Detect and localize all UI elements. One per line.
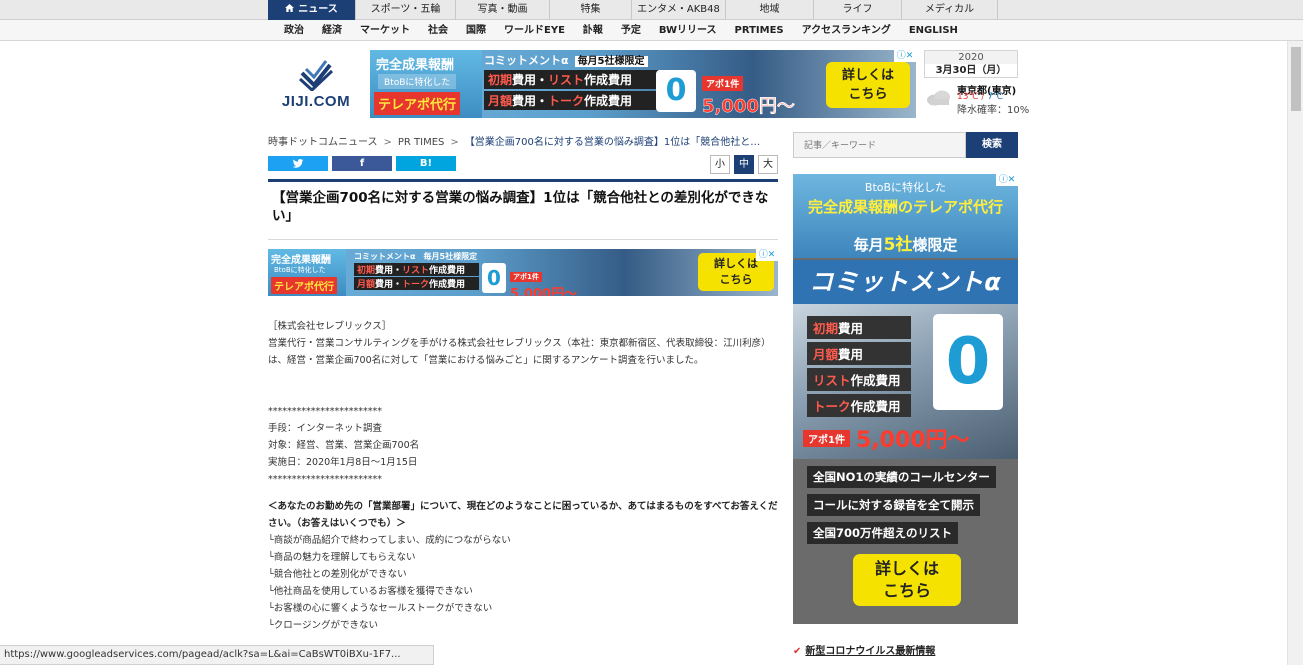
nav-tab-medical[interactable]: メディカル [902, 0, 998, 20]
side-ad-price: アポ1件 5,000円〜 [803, 422, 1013, 454]
ad-zero-yen: 0 [482, 263, 506, 293]
site-logo[interactable]: JIJI.COM [276, 55, 356, 115]
side-ad-brand: コミットメントα [793, 260, 1018, 304]
side-ad-zero-yen: 0 [933, 314, 1003, 410]
side-ad-header: BtoBに特化した 完全成果報酬のテレアポ代行 毎月5社様限定 [793, 174, 1018, 258]
home-icon [285, 4, 295, 12]
answer-item: └クロージングができない [268, 620, 379, 631]
twitter-share-button[interactable] [268, 156, 328, 171]
page-scrollbar[interactable] [1287, 41, 1303, 665]
lead-paragraph: 営業代行・営業コンサルティングを手がける株式会社セレブリックス（本社：東京都新宿… [268, 338, 771, 366]
ad-headline: 完全成果報酬 [376, 58, 455, 73]
weather-rain: 降水確率：10% [957, 105, 1030, 116]
ad-zero-yen: 0 [656, 70, 696, 112]
browser-status-bar: https://www.googleadservices.com/pagead/… [0, 645, 434, 665]
top-nav: ニュース スポーツ・五輪 写真・動画 特集 エンタメ・AKB48 地域 ライフ … [0, 0, 1303, 20]
divider-stars: ************************ [268, 474, 382, 485]
nav-tab-sports[interactable]: スポーツ・五輪 [356, 0, 456, 20]
side-ad-cta-button[interactable]: 詳しくは こちら [853, 554, 961, 606]
breadcrumb-current: 【営業企画700名に対する営業の悩み調査】1位は「競合他社と… [464, 137, 761, 147]
answer-item: └競合他社との差別化ができない [268, 569, 407, 580]
logo-text: JIJI.COM [281, 93, 351, 110]
hatena-share-button[interactable]: B! [396, 156, 456, 171]
nav-tab-photo[interactable]: 写真・動画 [456, 0, 550, 20]
ad-middle-panel: コミットメントα 毎月5社様限定 初期費用・リスト作成費用 月額費用・トーク作成費… [484, 52, 669, 116]
date-day: 3月30日（月） [935, 65, 1007, 76]
answer-item: └お客様の心に響くようなセールストークができない [268, 603, 493, 614]
title-separator [268, 239, 778, 240]
ad-service: テレアポ代行 [374, 92, 461, 115]
breadcrumb-prtimes[interactable]: PR TIMES [398, 137, 445, 147]
side-ad-costs: 初期費用 月額費用 リスト作成費用 トーク作成費用 [807, 316, 911, 420]
top-banner-ad[interactable]: 完全成果報酬 BtoBに特化した テレアポ代行 コミットメントα 毎月5社様限定 … [370, 50, 916, 118]
nav-tab-entertainment[interactable]: エンタメ・AKB48 [632, 0, 726, 20]
subnav-schedule[interactable]: 予定 [612, 20, 650, 41]
answer-item: └他社商品を使用しているお客様を獲得できない [268, 586, 473, 597]
breadcrumb-home[interactable]: 時事ドットコムニュース [268, 137, 378, 147]
nav-tab-life[interactable]: ライフ [814, 0, 902, 20]
subnav-prtimes[interactable]: PRTIMES [726, 20, 793, 41]
facebook-share-button[interactable]: f [332, 156, 392, 171]
font-size-small-button[interactable]: 小 [710, 155, 730, 174]
nav-tab-region[interactable]: 地域 [726, 0, 814, 20]
ad-subline: BtoBに特化した [378, 74, 457, 89]
subnav-english[interactable]: ENGLISH [900, 20, 967, 41]
answer-item: └商品の魅力を理解してもらえない [268, 552, 416, 563]
scrollbar-thumb[interactable] [1291, 47, 1301, 111]
ad-brand: コミットメントα 毎月5社様限定 [484, 52, 669, 68]
facebook-icon: f [359, 158, 365, 169]
search-input[interactable] [793, 132, 966, 158]
font-size-medium-button[interactable]: 中 [734, 155, 754, 174]
date-box: 2020 3月30日（月） [924, 50, 1018, 78]
adchoices-icon[interactable]: ⓘ✕ [756, 249, 778, 261]
survey-date: 実施日：2020年1月8日〜1月15日 [268, 457, 418, 468]
adchoices-icon[interactable]: ⓘ✕ [996, 174, 1018, 186]
subnav-society[interactable]: 社会 [419, 20, 457, 41]
title-divider [268, 179, 778, 182]
ad-cost-line-2: 月額費用・トーク作成費用 [484, 91, 658, 110]
jiji-logo-mark-icon [298, 60, 334, 91]
subnav-economy[interactable]: 経済 [313, 20, 351, 41]
survey-target: 対象：経営、営業、営業企画700名 [268, 440, 420, 451]
nav-tab-features[interactable]: 特集 [550, 0, 632, 20]
sub-nav: 政治 経済 マーケット 社会 国際 ワールドEYE 訃報 予定 BWリリース P… [0, 20, 1303, 41]
subnav-bw-release[interactable]: BWリリース [650, 20, 726, 41]
cloud-icon [927, 90, 950, 106]
subnav-market[interactable]: マーケット [351, 20, 419, 41]
ad-left-panel: 完全成果報酬 BtoBに特化した テレアポ代行 [370, 50, 482, 118]
font-size-large-button[interactable]: 大 [758, 155, 778, 174]
side-ad-features: 全国NO1の実績のコールセンター コールに対する録音を全て開示 全国700万件超… [807, 466, 1007, 550]
nav-tab-news[interactable]: ニュース [268, 0, 356, 20]
article-body: ［株式会社セレブリックス］ 営業代行・営業コンサルティングを手がける株式会社セレ… [268, 318, 778, 634]
covid-news-link[interactable]: ✔ 新型コロナウイルス最新情報 [793, 642, 935, 657]
ad-cta-button[interactable]: 詳しくは こちら [826, 62, 910, 108]
ad-limit: 毎月5社様限定 [574, 56, 648, 67]
breadcrumb: 時事ドットコムニュース > PR TIMES > 【営業企画700名に対する営業の悩み調… [268, 137, 761, 147]
subnav-international[interactable]: 国際 [457, 20, 495, 41]
ad-middle-panel: コミットメントα 毎月5社様限定 初期費用・リスト作成費用 月額費用・トーク作成… [354, 252, 479, 290]
ad-price: アポ1件 5,000円〜 [702, 72, 818, 117]
survey-method: 手段：インターネット調査 [268, 423, 383, 434]
article-title: 【営業企画700名に対する営業の悩み調査】1位は「競合他社との差別化ができない」 [272, 190, 769, 224]
article-banner-ad[interactable]: 完全成果報酬 BtoBに特化した テレアポ代行 コミットメントα 毎月5社様限定… [268, 249, 778, 296]
company-name: ［株式会社セレブリックス］ [268, 321, 392, 332]
subnav-ranking[interactable]: アクセスランキング [793, 20, 900, 41]
adchoices-icon[interactable]: ⓘ✕ [894, 50, 916, 62]
survey-question: ＜あなたのお勤め先の「営業部署」について、現在どのようなことに困っているか、あて… [268, 501, 778, 529]
search-button[interactable]: 検索 [966, 132, 1018, 158]
divider-stars: ************************ [268, 406, 382, 417]
ad-price: アポ1件 5,000円〜 [510, 272, 578, 296]
sidebar-ad[interactable]: BtoBに特化した 完全成果報酬のテレアポ代行 毎月5社様限定 コミットメントα… [793, 174, 1018, 624]
ad-left-panel: 完全成果報酬 BtoBに特化した テレアポ代行 [268, 249, 346, 296]
subnav-politics[interactable]: 政治 [275, 20, 313, 41]
ad-cost-line-1: 初期費用・リスト作成費用 [484, 70, 658, 89]
subnav-obituary[interactable]: 訃報 [574, 20, 612, 41]
answer-item: └商談が商品紹介で終わってしまい、成約につながらない [268, 535, 511, 546]
twitter-icon [292, 159, 304, 168]
check-icon: ✔ [793, 646, 802, 657]
hatena-icon: B! [419, 158, 433, 169]
date-year: 2020 [925, 51, 1017, 64]
subnav-world-eye[interactable]: ワールドEYE [495, 20, 574, 41]
weather-widget[interactable]: 東京都(東京) 13℃ / 7℃ 降水確率：10% [924, 82, 1034, 116]
